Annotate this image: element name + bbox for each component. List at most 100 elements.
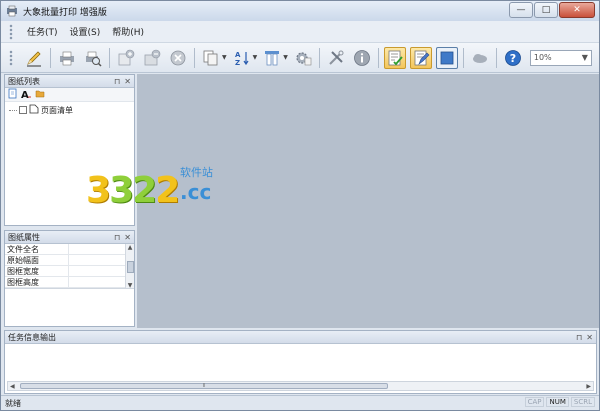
- sort-az-icon[interactable]: AZ: [231, 47, 253, 69]
- close-icon[interactable]: ✕: [586, 333, 593, 342]
- watermark-cn: 软件站: [180, 166, 213, 179]
- menu-grip[interactable]: [9, 23, 13, 40]
- page-icon[interactable]: [8, 88, 18, 102]
- chevron-down-icon: ▼: [581, 53, 588, 62]
- pencil-icon[interactable]: [23, 47, 45, 69]
- output-hscrollbar[interactable]: ◀ ⦀ ▶: [7, 381, 594, 391]
- toolbar-grip[interactable]: [9, 49, 13, 66]
- close-icon[interactable]: ✕: [124, 233, 131, 242]
- minimize-button[interactable]: —: [509, 2, 533, 18]
- app-icon: [5, 4, 19, 18]
- window-title: 大象批量打印 增强版: [23, 7, 107, 18]
- drawing-props-panel: 图纸属性 ⊓ ✕ 文件全名 原始幅面 图框宽度 图框高度 ▲ ▼: [4, 230, 135, 327]
- scroll-left-icon[interactable]: ◀: [10, 383, 15, 390]
- property-grid: 文件全名 原始幅面 图框宽度 图框高度 ▲ ▼: [5, 244, 134, 289]
- watermark-logo: 3322 软件站 .cc: [86, 164, 226, 214]
- zoom-select[interactable]: 10% ▼: [529, 49, 592, 66]
- tree-root-label: 页面清单: [41, 105, 73, 115]
- status-text: 就绪: [5, 398, 21, 408]
- task-output-title: 任务信息输出: [8, 332, 56, 342]
- property-row[interactable]: 图框高度: [5, 277, 134, 288]
- pin-icon[interactable]: ⊓: [114, 77, 120, 86]
- tree-page-icon: [29, 104, 39, 116]
- svg-text:?: ?: [510, 52, 516, 65]
- property-row[interactable]: 图框宽度: [5, 266, 134, 277]
- font-icon[interactable]: A: [21, 88, 32, 102]
- scroll-right-icon[interactable]: ▶: [586, 383, 591, 390]
- menu-task[interactable]: 任务(T): [21, 25, 64, 38]
- scrl-indicator: SCRL: [570, 397, 595, 407]
- checklist-icon[interactable]: [383, 46, 406, 69]
- toolbar-separator: [318, 47, 320, 68]
- drawing-list-title: 图纸列表: [8, 76, 40, 86]
- tree-connector: [9, 109, 17, 111]
- toolbar-separator: [462, 47, 464, 68]
- drawing-props-title: 图纸属性: [8, 232, 40, 242]
- property-name: 原始幅面: [5, 255, 69, 265]
- drawing-props-header: 图纸属性 ⊓ ✕: [5, 231, 134, 244]
- pin-icon[interactable]: ⊓: [576, 333, 582, 342]
- task-output-header: 任务信息输出 ⊓ ✕: [5, 331, 596, 344]
- menu-settings[interactable]: 设置(S): [64, 25, 107, 38]
- svg-text:Z: Z: [235, 59, 240, 67]
- print-search-icon[interactable]: [82, 47, 104, 69]
- drawing-list-tools: A: [5, 88, 134, 102]
- add-folder-icon[interactable]: [141, 47, 163, 69]
- svg-text:A: A: [21, 90, 29, 99]
- toolbar-separator: [50, 47, 51, 68]
- title-bar: 大象批量打印 增强版 — □ ✕: [1, 1, 599, 21]
- scroll-thumb[interactable]: ⦀: [20, 383, 388, 389]
- cloud-icon[interactable]: [469, 47, 491, 69]
- property-row[interactable]: 文件全名: [5, 244, 134, 255]
- maximize-button[interactable]: □: [534, 2, 558, 18]
- add-page-icon[interactable]: [115, 47, 137, 69]
- svg-text:A: A: [235, 51, 241, 59]
- scroll-up-icon[interactable]: ▲: [128, 244, 133, 251]
- delete-icon[interactable]: [167, 47, 189, 69]
- close-icon[interactable]: ✕: [124, 77, 131, 86]
- info-icon[interactable]: [351, 47, 373, 69]
- toolbar-separator: [377, 47, 379, 68]
- toolbar-separator: [194, 47, 195, 68]
- gear-icon[interactable]: [292, 47, 314, 69]
- edit-list-icon[interactable]: [409, 46, 432, 69]
- drawing-tree: 页面清单: [5, 102, 134, 118]
- copy-icon[interactable]: [200, 47, 222, 69]
- zoom-value: 10%: [533, 53, 552, 62]
- property-row[interactable]: 原始幅面: [5, 255, 134, 266]
- menu-bar: 任务(T) 设置(S) 帮助(H): [1, 21, 599, 43]
- task-output-panel: 任务信息输出 ⊓ ✕ ◀ ⦀ ▶: [4, 330, 597, 394]
- tree-checkbox[interactable]: [19, 106, 27, 114]
- tools-icon[interactable]: [325, 47, 347, 69]
- chevron-down-icon[interactable]: ▼: [283, 54, 288, 61]
- toolbar-separator: [109, 47, 110, 68]
- toolbar: ▼ AZ ▼ ▼ ? 10% ▼: [1, 43, 599, 73]
- pin-icon[interactable]: ⊓: [114, 233, 120, 242]
- folder-icon[interactable]: [35, 89, 45, 101]
- help-icon[interactable]: ?: [502, 47, 524, 69]
- property-scrollbar[interactable]: ▲ ▼: [125, 244, 134, 288]
- toolbar-separator: [495, 47, 497, 68]
- num-indicator: NUM: [546, 397, 569, 407]
- status-bar: 就绪 CAP NUM SCRL: [1, 395, 599, 410]
- status-indicators: CAP NUM SCRL: [524, 397, 595, 407]
- property-name: 图框宽度: [5, 266, 69, 276]
- chevron-down-icon[interactable]: ▼: [222, 54, 227, 61]
- columns-icon[interactable]: [261, 47, 283, 69]
- watermark-domain: .cc: [180, 180, 212, 204]
- property-name: 图框高度: [5, 277, 69, 287]
- app-window: 大象批量打印 增强版 — □ ✕ 任务(T) 设置(S) 帮助(H) ▼ A Z…: [0, 0, 600, 411]
- watermark-number: 3322: [86, 170, 180, 211]
- drawing-list-header: 图纸列表 ⊓ ✕: [5, 75, 134, 88]
- close-button[interactable]: ✕: [559, 2, 595, 18]
- menu-help[interactable]: 帮助(H): [106, 25, 150, 38]
- blue-square-icon[interactable]: [435, 46, 458, 69]
- window-controls: — □ ✕: [509, 2, 595, 18]
- tree-root-item[interactable]: 页面清单: [9, 104, 130, 116]
- scroll-down-icon[interactable]: ▼: [128, 282, 133, 288]
- cap-indicator: CAP: [524, 397, 545, 407]
- print-icon[interactable]: [56, 47, 78, 69]
- scroll-thumb[interactable]: [126, 260, 134, 273]
- property-name: 文件全名: [5, 244, 69, 254]
- chevron-down-icon[interactable]: ▼: [253, 54, 258, 61]
